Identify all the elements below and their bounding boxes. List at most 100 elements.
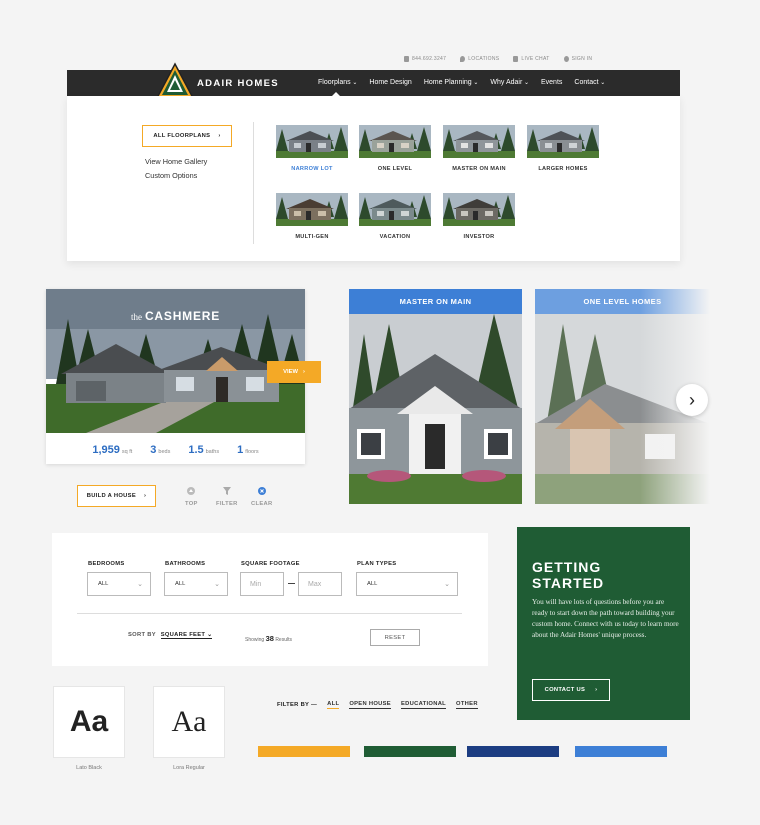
user-icon — [563, 56, 569, 62]
nav-events[interactable]: Events — [541, 79, 562, 86]
card-title: the CASHMERE — [46, 309, 305, 323]
phone-icon — [404, 56, 409, 62]
plan-types-select[interactable]: ALL — [356, 572, 458, 596]
stat-value: 1 — [237, 443, 244, 456]
locations-link[interactable]: LOCATIONS — [460, 56, 499, 62]
phone-link[interactable]: 844.692.3247 — [404, 56, 446, 62]
color-swatch-navy — [467, 746, 559, 757]
bedrooms-select[interactable]: ALL — [87, 572, 151, 596]
chevron-down-icon — [444, 580, 450, 588]
sign-in-link[interactable]: SIGN IN — [563, 56, 593, 62]
chevron-right-icon: › — [218, 133, 221, 139]
stat-value: 3 — [150, 443, 157, 456]
nav-home-planning[interactable]: Home Planning — [424, 79, 479, 86]
font-specimen-lato-black: Aa — [53, 686, 125, 758]
tile-larger-homes[interactable]: LARGER HOMES — [527, 125, 599, 172]
showing-pre: Showing — [245, 637, 265, 643]
filter-by-label: FILTER BY — — [277, 702, 318, 708]
tile-vacation[interactable]: VACATION — [359, 193, 431, 240]
nav-why-adair[interactable]: Why Adair — [490, 79, 529, 86]
stat-unit: floors — [245, 448, 259, 455]
nav-home-design[interactable]: Home Design — [369, 79, 411, 86]
all-floorplans-button[interactable]: ALL FLOORPLANS › — [142, 125, 232, 147]
sqft-max-input[interactable]: Max — [298, 572, 342, 596]
nav-floorplans[interactable]: Floorplans — [318, 79, 357, 86]
view-home-gallery-link[interactable]: View Home Gallery — [145, 157, 207, 166]
tile-label: INVESTOR — [463, 234, 495, 240]
title-prefix: the — [130, 312, 142, 322]
sort-value: SQUARE FEET — [160, 632, 206, 638]
house-thumbnail — [276, 125, 348, 158]
house-thumbnail — [443, 125, 515, 158]
color-swatch-green — [364, 746, 456, 757]
custom-options-link[interactable]: Custom Options — [145, 171, 197, 180]
clear-icon — [257, 487, 266, 495]
nav-contact[interactable]: Contact — [574, 79, 605, 86]
filter-label: FILTER — [216, 501, 238, 507]
view-button[interactable]: VIEW › — [267, 361, 321, 383]
getting-started-title: GETTING STARTED — [532, 559, 604, 591]
chevron-down-icon — [137, 580, 143, 588]
slide-title: MASTER ON MAIN — [349, 289, 522, 314]
all-floorplans-label: ALL FLOORPLANS — [153, 133, 211, 139]
chevron-down-icon — [214, 580, 220, 588]
tile-narrow-lot[interactable]: NARROW LOT — [276, 125, 348, 172]
house-thumbnail — [527, 125, 599, 158]
chat-icon — [513, 56, 519, 62]
filter-by-text: FILTER BY — [277, 702, 310, 708]
live-chat-link[interactable]: LIVE CHAT — [513, 56, 549, 62]
featured-home-card: the CASHMERE VIEW › 1,959 sq ft 3 beds 1.5 ba… — [46, 289, 321, 464]
chevron-right-icon: › — [689, 389, 695, 410]
title-line-2: STARTED — [532, 575, 605, 591]
build-a-house-button[interactable]: BUILD A HOUSE › — [77, 485, 156, 507]
floorplans-mega-menu: ALL FLOORPLANS › View Home Gallery Custom… — [67, 96, 680, 261]
tab-all[interactable]: ALL — [327, 701, 340, 709]
clear-control[interactable]: CLEAR — [251, 487, 272, 507]
tile-label: MULTI-GEN — [295, 234, 329, 240]
plan-types-value: ALL — [367, 581, 378, 587]
tile-master-on-main[interactable]: MASTER ON MAIN — [443, 125, 515, 172]
sort-label: SORT BY — [128, 632, 156, 638]
menu-divider — [253, 122, 254, 244]
main-nav: ADAIR HOMES Floorplans Home Design Home … — [67, 62, 680, 99]
color-swatch-yellow — [258, 746, 350, 757]
tile-label: LARGER HOMES — [538, 166, 588, 172]
stat-sqft: 1,959 sq ft — [92, 440, 132, 458]
house-thumbnail — [276, 193, 348, 226]
tile-label: NARROW LOT — [291, 166, 333, 172]
carousel-next-button[interactable]: › — [676, 384, 708, 416]
tile-investor[interactable]: INVESTOR — [443, 193, 515, 240]
getting-started-body: You will have lots of questions before y… — [532, 598, 679, 639]
reset-button[interactable]: RESET — [370, 629, 420, 646]
bathrooms-label: BATHROOMS — [165, 561, 206, 567]
top-control[interactable]: TOP — [185, 487, 198, 507]
contact-us-button[interactable]: CONTACT US › — [532, 679, 610, 701]
stat-baths: 1.5 baths — [188, 440, 219, 458]
tab-educational[interactable]: EDUCATIONAL — [400, 701, 447, 709]
tab-open-house[interactable]: OPEN HOUSE — [349, 701, 391, 709]
font-caption: Lato Black — [76, 765, 102, 771]
results-count: Showing 38 Results — [245, 634, 292, 643]
tile-multi-gen[interactable]: MULTI-GEN — [276, 193, 348, 240]
showing-count: 38 — [265, 634, 274, 643]
tile-label: VACATION — [379, 234, 411, 240]
sort-select[interactable]: SQUARE FEET ⌄ — [160, 632, 213, 639]
stat-floors: 1 floors — [237, 440, 259, 458]
clear-label: CLEAR — [251, 501, 273, 507]
stat-value: 1.5 — [188, 443, 204, 456]
bathrooms-select[interactable]: ALL — [164, 572, 228, 596]
filter-control[interactable]: FILTER — [216, 487, 238, 507]
tile-one-level[interactable]: ONE LEVEL — [359, 125, 431, 172]
sqft-min-input[interactable]: Min — [240, 572, 284, 596]
plan-types-label: PLAN TYPES — [357, 561, 397, 567]
tab-other[interactable]: OTHER — [456, 701, 478, 709]
font-specimen-lora-regular: Aa — [153, 686, 225, 758]
bathrooms-value: ALL — [175, 581, 186, 587]
carousel-slide-master-on-main[interactable]: MASTER ON MAIN — [349, 289, 522, 504]
tile-label: MASTER ON MAIN — [452, 166, 506, 172]
house-thumbnail — [359, 193, 431, 226]
view-label: VIEW — [283, 369, 298, 375]
brand-name[interactable]: ADAIR HOMES — [197, 78, 279, 89]
stat-value: 1,959 — [92, 443, 120, 456]
square-footage-label: SQUARE FOOTAGE — [241, 561, 300, 567]
